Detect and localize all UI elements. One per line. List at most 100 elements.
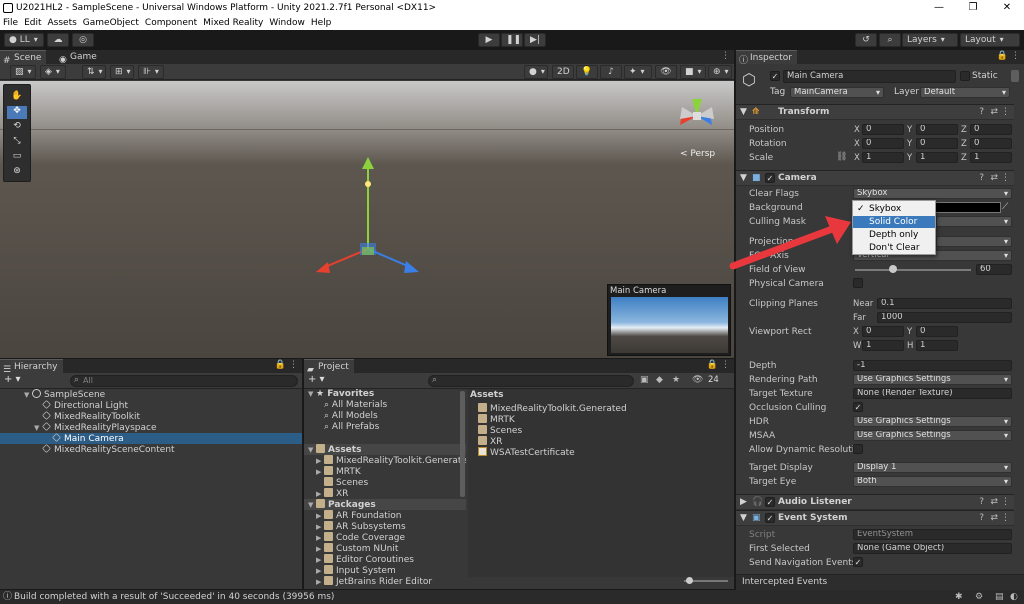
add-dropdown[interactable]: + ▾ xyxy=(4,374,21,385)
rotation-z-field[interactable]: 0 xyxy=(970,138,1012,149)
audio-listener-checkbox[interactable]: ✓ xyxy=(765,497,775,507)
list-item[interactable]: ▶ AR Subsystems xyxy=(304,521,466,532)
transform-tool-icon[interactable]: ⊛ xyxy=(7,166,27,179)
viewport-w-field[interactable]: 1 xyxy=(862,340,904,351)
assets-breadcrumb[interactable]: Assets xyxy=(468,390,734,401)
list-item[interactable]: ▶ MRTK xyxy=(304,466,466,477)
list-item[interactable]: Directional Light xyxy=(0,400,302,411)
clear-flags-option-dont-clear[interactable]: Don't Clear xyxy=(853,242,935,254)
list-item[interactable]: ▼ ★ Favorites xyxy=(304,389,466,400)
preset-icon[interactable]: ⇄ xyxy=(990,105,998,120)
list-item[interactable]: Scenes xyxy=(468,425,734,436)
camera-dropdown[interactable]: ■ xyxy=(680,65,706,79)
event-system-checkbox[interactable]: ✓ xyxy=(765,513,775,523)
tag-dropdown[interactable]: MainCamera xyxy=(790,87,884,98)
position-x-field[interactable]: 0 xyxy=(862,124,904,135)
menu-file[interactable]: File xyxy=(0,18,21,28)
list-item[interactable]: ▼ Packages xyxy=(304,499,466,510)
audio-icon[interactable]: ♪ xyxy=(600,65,622,79)
tab-hierarchy[interactable]: ☰ Hierarchy xyxy=(0,359,63,375)
orientation-gizmo-icon[interactable] xyxy=(672,91,722,141)
render-mode-dropdown[interactable]: ◈ xyxy=(40,65,66,79)
list-item[interactable]: ▶ Input System xyxy=(304,565,466,576)
foldout-arrow-icon[interactable]: ▼ xyxy=(740,171,747,186)
icon-size-slider-handle[interactable] xyxy=(686,577,693,584)
list-item[interactable]: Scenes xyxy=(304,477,466,488)
help-icon[interactable]: ? xyxy=(979,105,984,120)
layout-dropdown[interactable]: Layout xyxy=(960,33,1020,47)
physical-camera-checkbox[interactable] xyxy=(853,278,863,288)
tab-project[interactable]: ▰ Project xyxy=(304,359,354,375)
layers-dropdown[interactable]: Layers xyxy=(902,33,958,47)
collab-icon[interactable]: ◎ xyxy=(72,33,94,47)
fov-field[interactable]: 60 xyxy=(976,264,1012,275)
first-selected-field[interactable]: None (Game Object) xyxy=(853,543,1012,554)
list-item[interactable]: MixedRealitySceneContent xyxy=(0,444,302,455)
scale-y-field[interactable]: 1 xyxy=(916,152,958,163)
msaa-dropdown[interactable]: Use Graphics Settings xyxy=(853,430,1012,441)
hierarchy-search-input[interactable]: All xyxy=(70,375,298,387)
list-item[interactable]: MRTK xyxy=(468,414,734,425)
foldout-arrow-icon[interactable]: ▶ xyxy=(740,495,747,510)
list-item[interactable]: ▶ Code Coverage xyxy=(304,532,466,543)
inspector-scrollbar[interactable] xyxy=(1011,70,1019,82)
target-texture-field[interactable]: None (Render Texture) xyxy=(853,388,1012,399)
clear-flags-option-skybox[interactable]: ✓ Skybox xyxy=(853,203,935,215)
menu-component[interactable]: Component xyxy=(142,18,200,28)
tab-game[interactable]: ◉ Game xyxy=(56,50,102,65)
occlusion-culling-checkbox[interactable]: ✓ xyxy=(853,402,863,412)
viewport-x-field[interactable]: 0 xyxy=(862,326,904,337)
list-item[interactable]: ▶ Custom NUnit xyxy=(304,543,466,554)
rotation-x-field[interactable]: 0 xyxy=(862,138,904,149)
pivot-dropdown[interactable]: ⇅ xyxy=(82,65,106,79)
help-icon[interactable]: ? xyxy=(979,511,984,526)
expand-arrow-icon[interactable]: ▶ xyxy=(316,577,324,588)
list-item[interactable]: ⌕ All Materials xyxy=(304,400,466,411)
clear-flags-dropdown[interactable]: Skybox xyxy=(853,188,1012,199)
send-navigation-checkbox[interactable]: ✓ xyxy=(853,557,863,567)
target-eye-dropdown[interactable]: Both xyxy=(853,476,1012,487)
cloud-icon[interactable]: ☁ xyxy=(47,33,69,47)
visibility-icon[interactable]: 👁 xyxy=(655,65,677,79)
lighting-status-icon[interactable]: ◐ xyxy=(1010,590,1018,604)
position-z-field[interactable]: 0 xyxy=(970,124,1012,135)
component-menu-icon[interactable]: ⋮ xyxy=(1001,105,1010,120)
viewport-h-field[interactable]: 1 xyxy=(916,340,958,351)
camera-enabled-checkbox[interactable]: ✓ xyxy=(765,173,775,183)
projection-label[interactable]: < Persp xyxy=(680,149,715,159)
menu-gameobject[interactable]: GameObject xyxy=(80,18,142,28)
camera-header[interactable]: ▼ ■ ✓ Camera ? ⇄ ⋮ xyxy=(736,170,1014,186)
grid-snap-dropdown[interactable]: ⊞ xyxy=(110,65,134,79)
lock-icon[interactable]: 🔒 xyxy=(997,51,1008,61)
list-item[interactable]: MixedRealityToolkit xyxy=(0,411,302,422)
menu-window[interactable]: Window xyxy=(266,18,308,28)
list-item[interactable]: MixedRealityToolkit.Generated xyxy=(468,403,734,414)
menu-assets[interactable]: Assets xyxy=(45,18,80,28)
search-by-type-icon[interactable]: ▣ xyxy=(640,375,649,385)
list-item[interactable]: ▶ XR xyxy=(304,488,466,499)
list-item[interactable]: ▶ AR Foundation xyxy=(304,510,466,521)
transform-header[interactable]: ▼ ⟰ Transform ? ⇄ ⋮ xyxy=(736,104,1014,120)
scale-tool-icon[interactable]: ⤡ xyxy=(7,136,27,149)
target-display-dropdown[interactable]: Display 1 xyxy=(853,462,1012,473)
clear-flags-option-solid-color[interactable]: Solid Color xyxy=(853,216,935,228)
preset-icon[interactable]: ⇄ xyxy=(990,511,998,526)
effects-dropdown[interactable]: ✦ xyxy=(624,65,652,79)
list-item[interactable]: ▶ Editor Coroutines xyxy=(304,554,466,565)
scale-x-field[interactable]: 1 xyxy=(862,152,904,163)
help-icon[interactable]: ? xyxy=(979,171,984,186)
panel-menu-icon[interactable]: ⋮ xyxy=(721,360,730,370)
intercepted-events-foldout[interactable]: Intercepted Events xyxy=(736,574,1024,590)
play-button[interactable]: ▶ xyxy=(478,33,500,47)
lighting-icon[interactable]: 💡 xyxy=(576,65,598,79)
minimize-button[interactable]: — xyxy=(922,0,956,16)
list-item[interactable]: ▼ SampleScene xyxy=(0,389,302,400)
foldout-arrow-icon[interactable]: ▼ xyxy=(740,511,747,526)
rendering-path-dropdown[interactable]: Use Graphics Settings xyxy=(853,374,1012,385)
scale-z-field[interactable]: 1 xyxy=(970,152,1012,163)
projection-dropdown[interactable] xyxy=(936,236,1012,247)
list-item[interactable]: ▼ MixedRealityPlayspace xyxy=(0,422,302,433)
favorite-icon[interactable]: ★ xyxy=(672,375,680,385)
search-by-label-icon[interactable]: ◆ xyxy=(656,375,663,385)
panel-menu-icon[interactable]: ⋮ xyxy=(1011,51,1020,61)
